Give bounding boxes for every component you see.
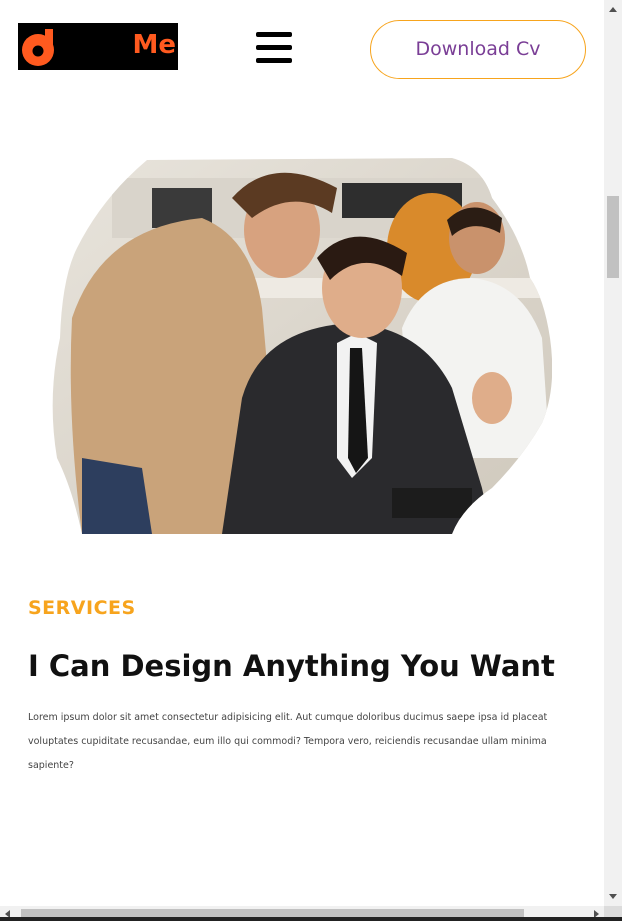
services-title: I Can Design Anything You Want: [28, 649, 555, 683]
page-viewport: Me Download Cv SERVICES I Can Design Any…: [0, 0, 604, 906]
logo-mark-icon: [22, 29, 54, 66]
hamburger-menu-icon[interactable]: [256, 32, 292, 64]
services-label: SERVICES: [28, 597, 136, 619]
vertical-scroll-thumb[interactable]: [607, 196, 619, 278]
site-logo[interactable]: Me: [18, 23, 178, 70]
logo-text: Me: [132, 30, 176, 60]
scroll-down-arrow-icon[interactable]: [609, 894, 617, 899]
window-bottom-edge: [0, 917, 622, 921]
vertical-scrollbar[interactable]: [604, 0, 622, 906]
scroll-up-arrow-icon[interactable]: [609, 7, 617, 12]
download-cv-button[interactable]: Download Cv: [370, 20, 586, 79]
services-description: Lorem ipsum dolor sit amet consectetur a…: [28, 712, 548, 771]
hero-team-image: [52, 158, 552, 534]
